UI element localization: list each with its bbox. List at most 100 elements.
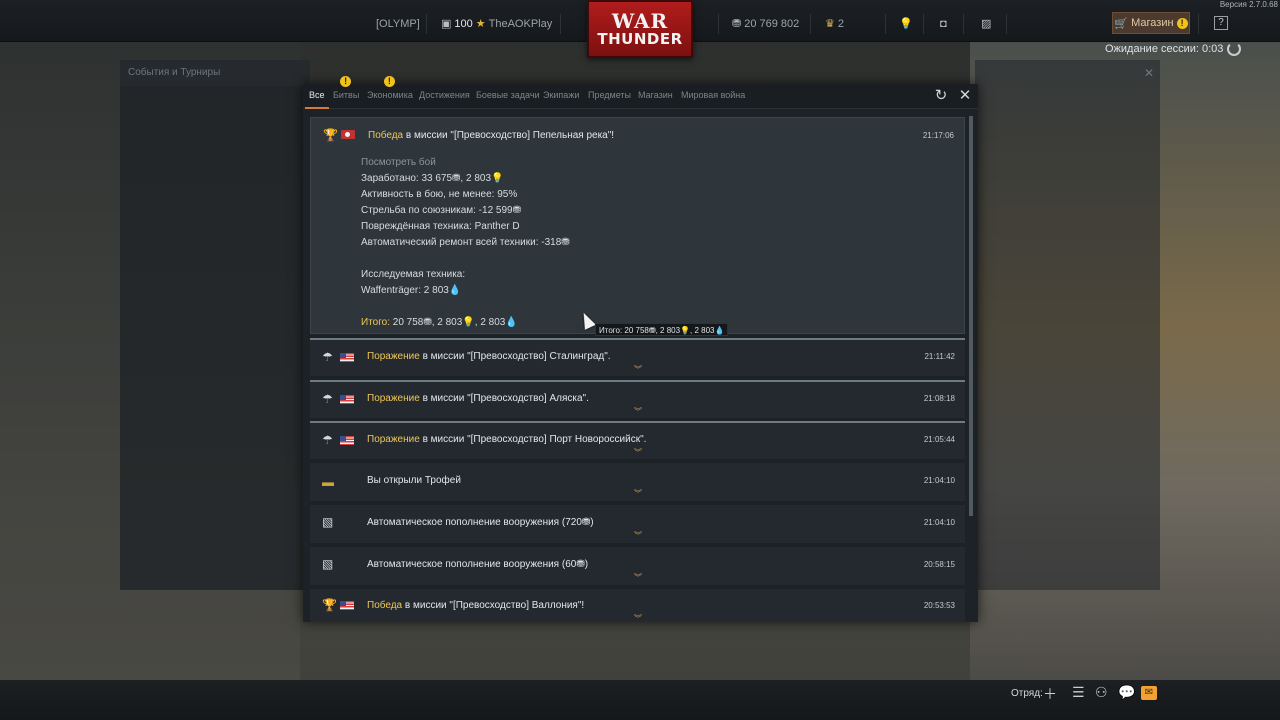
notification-entry[interactable]: 🏆 Победа в миссии "[Превосходство] Пепел… [310,117,965,334]
tab-all[interactable]: Все [305,90,328,109]
chevron-down-icon[interactable]: ︾ [634,406,642,417]
shop-button[interactable]: 🛒 Магазин ! [1112,12,1190,34]
close-icon[interactable]: ✕ [957,88,973,104]
notification-entry[interactable]: ▧ Автоматическое пополнение вооружения (… [310,505,965,543]
tab-crews[interactable]: Экипажи [543,90,579,100]
entry-time: 20:58:15 [923,560,955,569]
tab-label: Экономика [367,90,413,100]
scrollbar[interactable] [969,116,973,516]
entry-time: 21:04:10 [923,476,955,485]
profile-button[interactable]: ▣ 100 ★ TheAOKPlay [441,16,552,32]
help-button[interactable]: ? [1214,16,1228,30]
tab-world-war[interactable]: Мировая война [681,90,745,100]
tab-shop[interactable]: Магазин [638,90,673,100]
coupons-button[interactable]: ▨ [981,16,991,32]
divider [963,14,964,34]
star-icon: ★ [475,18,486,30]
list-icon[interactable]: ☰ [1072,684,1085,701]
tab-label: Предметы [588,90,632,100]
entry-title: Поражение в миссии "[Превосходство] Аляс… [367,393,589,404]
usa-flag-icon [340,395,354,404]
silver-lions-counter[interactable]: ⛃ 20 769 802 [732,16,799,32]
entry-title: Автоматическое пополнение вооружения (60… [367,559,589,570]
chevron-down-icon[interactable]: ︾ [634,613,642,624]
refresh-icon[interactable]: ↻ [933,88,949,104]
total-value: 20 758⛃, 2 803💡, 2 803💧 [389,317,518,328]
golden-eagles-icon: ♛ [825,18,835,30]
notification-entry[interactable]: ☂ Поражение в миссии "[Превосходство] По… [310,421,965,459]
result-label: Победа [368,130,404,141]
research-points-button[interactable]: 💡 [899,16,913,32]
notification-entry[interactable]: ☂ Поражение в миссии "[Превосходство] Ст… [310,338,965,376]
result-label: Победа [367,600,403,611]
logo-war-text: WAR [611,9,669,33]
entry-title: Вы открыли Трофей [367,475,461,486]
mail-icon[interactable]: ✉ [1141,686,1157,700]
mission-text: в миссии "[Превосходство] Пепельная река… [403,130,615,141]
bottom-bar: Отряд: ＋ ☰ ⚇ 💬 ✉ [0,680,1280,720]
entry-time: 21:08:18 [923,394,955,403]
region-label[interactable]: [OLYMP] [376,16,420,32]
player-nickname: TheAOKPlay [488,18,553,30]
total-line: Итого: 20 758⛃, 2 803💡, 2 803💧 [361,315,570,331]
tab-achievements[interactable]: Достижения [419,90,470,100]
mission-text: в миссии "[Превосходство] Сталинград". [419,351,611,362]
chevron-down-icon[interactable]: ︾ [634,488,642,499]
tab-battles[interactable]: ! Битвы [333,76,359,100]
loading-spinner-icon [1227,42,1242,56]
trophy-icon: 🏆 [322,598,337,612]
entry-time: 21:11:42 [924,352,955,361]
entry-title: Победа в миссии "[Превосходство] Пепельн… [368,130,614,141]
golden-eagles-counter[interactable]: ♛ 2 [825,16,844,32]
chat-icon[interactable]: 💬 [1118,684,1135,701]
tab-label: Боевые задачи [476,90,540,100]
items-button[interactable]: ◘ [940,16,947,32]
usa-flag-icon [340,436,354,445]
parachute-icon: ☂ [322,433,333,447]
warning-icon: ! [340,76,352,87]
add-squad-member-icon[interactable]: ＋ [1043,684,1057,704]
silver-lions-icon: ⛃ [732,18,742,30]
notifications-dialog: Все ! Битвы ! Экономика Достижения Боевые … [303,76,978,624]
notification-entry[interactable]: ▬ Вы открыли Трофей 21:04:10 ︾ [310,463,965,501]
view-battle-link[interactable]: Посмотреть бой [361,155,570,171]
entry-title: Победа в миссии "[Превосходство] Валлони… [367,600,584,611]
tab-label: Достижения [419,90,470,100]
entry-title: Поражение в миссии "[Превосходство] Стал… [367,351,611,362]
notification-entry[interactable]: ☂ Поражение в миссии "[Превосходство] Ал… [310,380,965,418]
result-label: Поражение [367,351,420,362]
chevron-down-icon[interactable]: ︾ [634,572,642,583]
repair-line: Автоматический ремонт всей техники: -318… [361,237,570,248]
parachute-icon: ☂ [322,350,333,364]
session-label: Ожидание сессии: 0:03 [1105,43,1224,55]
divider [1198,14,1199,34]
divider [810,14,811,34]
activity-line: Активность в бою, не менее: 95% [361,189,518,200]
top-bar: Версия 2.7.0.68 [OLYMP] ▣ 100 ★ TheAOKPl… [0,0,1280,58]
chevron-down-icon[interactable]: ︾ [634,447,642,458]
divider [560,14,561,34]
parachute-icon: ☂ [322,392,333,406]
tab-label: Экипажи [543,90,580,100]
friendly-fire-line: Стрельба по союзникам: -12 599⛃ [361,205,521,216]
squad-label: Отряд: [1011,688,1043,699]
tab-battle-tasks[interactable]: Боевые задачи [476,90,540,100]
japan-flag-icon [341,130,355,139]
tab-label: Все [309,90,325,100]
entry-time: 21:17:06 [922,131,954,140]
entry-details: Посмотреть бой Заработано: 33 675⛃, 2 80… [361,155,570,331]
chevron-down-icon[interactable]: ︾ [634,530,642,541]
entry-title: Автоматическое пополнение вооружения (72… [367,517,594,528]
tab-items[interactable]: Предметы [588,90,631,100]
tab-economy[interactable]: ! Экономика [367,76,413,100]
tab-bar: Все ! Битвы ! Экономика Достижения Боевые … [303,76,978,109]
chevron-down-icon[interactable]: ︾ [634,364,642,375]
game-logo[interactable]: WAR THUNDER [587,0,693,58]
notification-entry[interactable]: ▧ Автоматическое пополнение вооружения (… [310,547,965,585]
notification-entry[interactable]: 🏆 Победа в миссии "[Превосходство] Валло… [310,589,965,624]
events-panel-title: События и Турниры [120,60,310,86]
usa-flag-icon [340,601,354,610]
contacts-icon[interactable]: ⚇ [1095,684,1108,701]
